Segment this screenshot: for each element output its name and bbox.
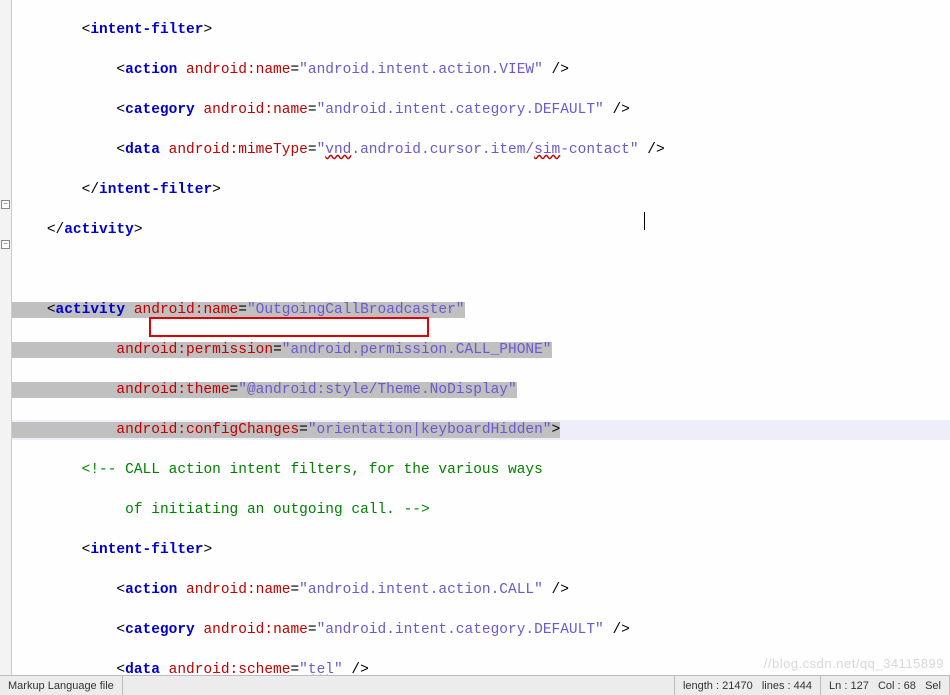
code-line[interactable]: of initiating an outgoing call. -->: [12, 500, 950, 520]
code-line[interactable]: <intent-filter>: [12, 540, 950, 560]
fold-toggle[interactable]: −: [1, 240, 10, 249]
code-line[interactable]: <action android:name="android.intent.act…: [12, 60, 950, 80]
status-filetype: Markup Language file: [0, 676, 123, 695]
code-line[interactable]: <!-- CALL action intent filters, for the…: [12, 460, 950, 480]
code-line[interactable]: <data android:mimeType="vnd.android.curs…: [12, 140, 950, 160]
code-line[interactable]: <data android:scheme="tel" />: [12, 660, 950, 675]
status-length: length : 21470 lines : 444: [675, 676, 821, 695]
code-editor[interactable]: <intent-filter> <action android:name="an…: [12, 0, 950, 675]
code-line[interactable]: <action android:name="android.intent.act…: [12, 580, 950, 600]
status-position: Ln : 127 Col : 68 Sel: [821, 676, 950, 695]
code-line[interactable]: <activity android:name="OutgoingCallBroa…: [12, 300, 950, 320]
code-line[interactable]: android:theme="@android:style/Theme.NoDi…: [12, 380, 950, 400]
code-line[interactable]: <intent-filter>: [12, 20, 950, 40]
code-line[interactable]: </intent-filter>: [12, 180, 950, 200]
status-bar: Markup Language file length : 21470 line…: [0, 675, 950, 695]
text-cursor-icon: [644, 212, 645, 230]
code-line[interactable]: android:permission="android.permission.C…: [12, 340, 950, 360]
fold-gutter: − −: [0, 0, 12, 675]
code-line[interactable]: <category android:name="android.intent.c…: [12, 100, 950, 120]
code-line[interactable]: android:configChanges="orientation|keybo…: [12, 420, 950, 440]
code-line[interactable]: </activity>: [12, 220, 950, 240]
code-line[interactable]: <category android:name="android.intent.c…: [12, 620, 950, 640]
fold-toggle[interactable]: −: [1, 200, 10, 209]
code-line[interactable]: [12, 260, 950, 280]
